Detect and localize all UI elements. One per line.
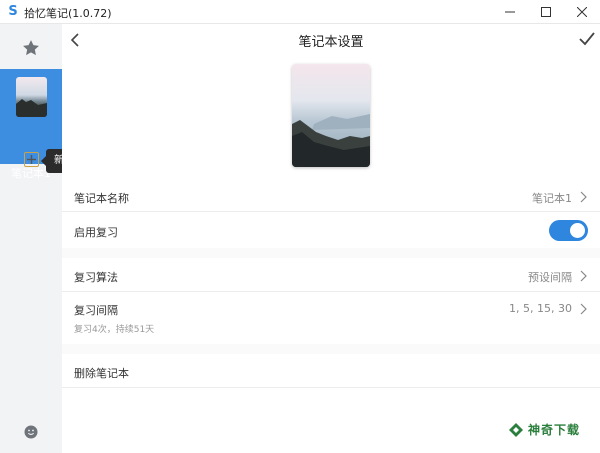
section-divider: [62, 344, 600, 354]
review-algorithm-value: 预设间隔: [528, 271, 572, 284]
page-title: 笔记本设置: [298, 35, 364, 50]
notebook-cover-image[interactable]: [292, 64, 370, 167]
favorites-button[interactable]: [21, 38, 41, 58]
chevron-right-icon: [580, 303, 587, 315]
review-interval-summary: 复习4次，持续51天: [74, 325, 155, 335]
review-interval-value: 1, 5, 15, 30: [509, 302, 572, 315]
title-bar: S 拾忆笔记(1.0.72): [0, 0, 600, 24]
enable-review-toggle[interactable]: [549, 220, 588, 241]
window-title: 拾忆笔记(1.0.72): [24, 7, 112, 20]
chevron-right-icon: [580, 191, 587, 203]
close-icon: [577, 7, 587, 17]
feedback-button[interactable]: [24, 424, 38, 439]
confirm-button[interactable]: [578, 30, 596, 48]
plus-box-icon: [27, 155, 36, 164]
minimize-button[interactable]: [492, 0, 528, 24]
watermark-logo-icon: [509, 422, 523, 437]
minimize-icon: [505, 11, 515, 13]
maximize-icon: [541, 7, 551, 17]
star-icon: [23, 40, 39, 56]
mountain-thumbnail-image: [16, 99, 47, 117]
notebook-thumbnail: [16, 77, 47, 117]
delete-notebook-label: 删除笔记本: [74, 367, 129, 380]
notebook-name-label: 笔记本名称: [74, 192, 129, 205]
toggle-knob: [570, 223, 585, 238]
watermark: 神奇下载: [508, 421, 580, 438]
enable-review-row: 启用复习: [62, 212, 600, 248]
maximize-button[interactable]: [528, 0, 564, 24]
mountain-cover-image: [292, 64, 370, 167]
add-notebook-button[interactable]: [24, 152, 39, 167]
checkmark-icon: [579, 32, 595, 46]
notebook-name-value: 笔记本1: [532, 192, 572, 205]
app-logo-icon: S: [8, 4, 18, 19]
review-interval-row[interactable]: 复习间隔 1, 5, 15, 30 复习4次，持续51天: [62, 292, 600, 344]
chevron-right-icon: [580, 270, 587, 282]
sidebar: 笔记本1: [0, 24, 62, 453]
close-button[interactable]: [564, 0, 600, 24]
smiley-icon: [24, 425, 38, 439]
notebook-name-row[interactable]: 笔记本名称 笔记本1: [62, 180, 600, 212]
watermark-text: 神奇下载: [528, 423, 581, 437]
section-divider: [62, 248, 600, 258]
review-algorithm-row[interactable]: 复习算法 预设间隔: [62, 258, 600, 292]
enable-review-label: 启用复习: [74, 226, 118, 239]
main-panel: 笔记本设置 笔记本名称 笔记本1 启用复习 复习算法 预设间隔 复习间隔 1, …: [62, 24, 600, 453]
delete-notebook-row[interactable]: 删除笔记本: [62, 354, 600, 388]
review-interval-label: 复习间隔: [74, 304, 118, 317]
review-algorithm-label: 复习算法: [74, 271, 118, 284]
